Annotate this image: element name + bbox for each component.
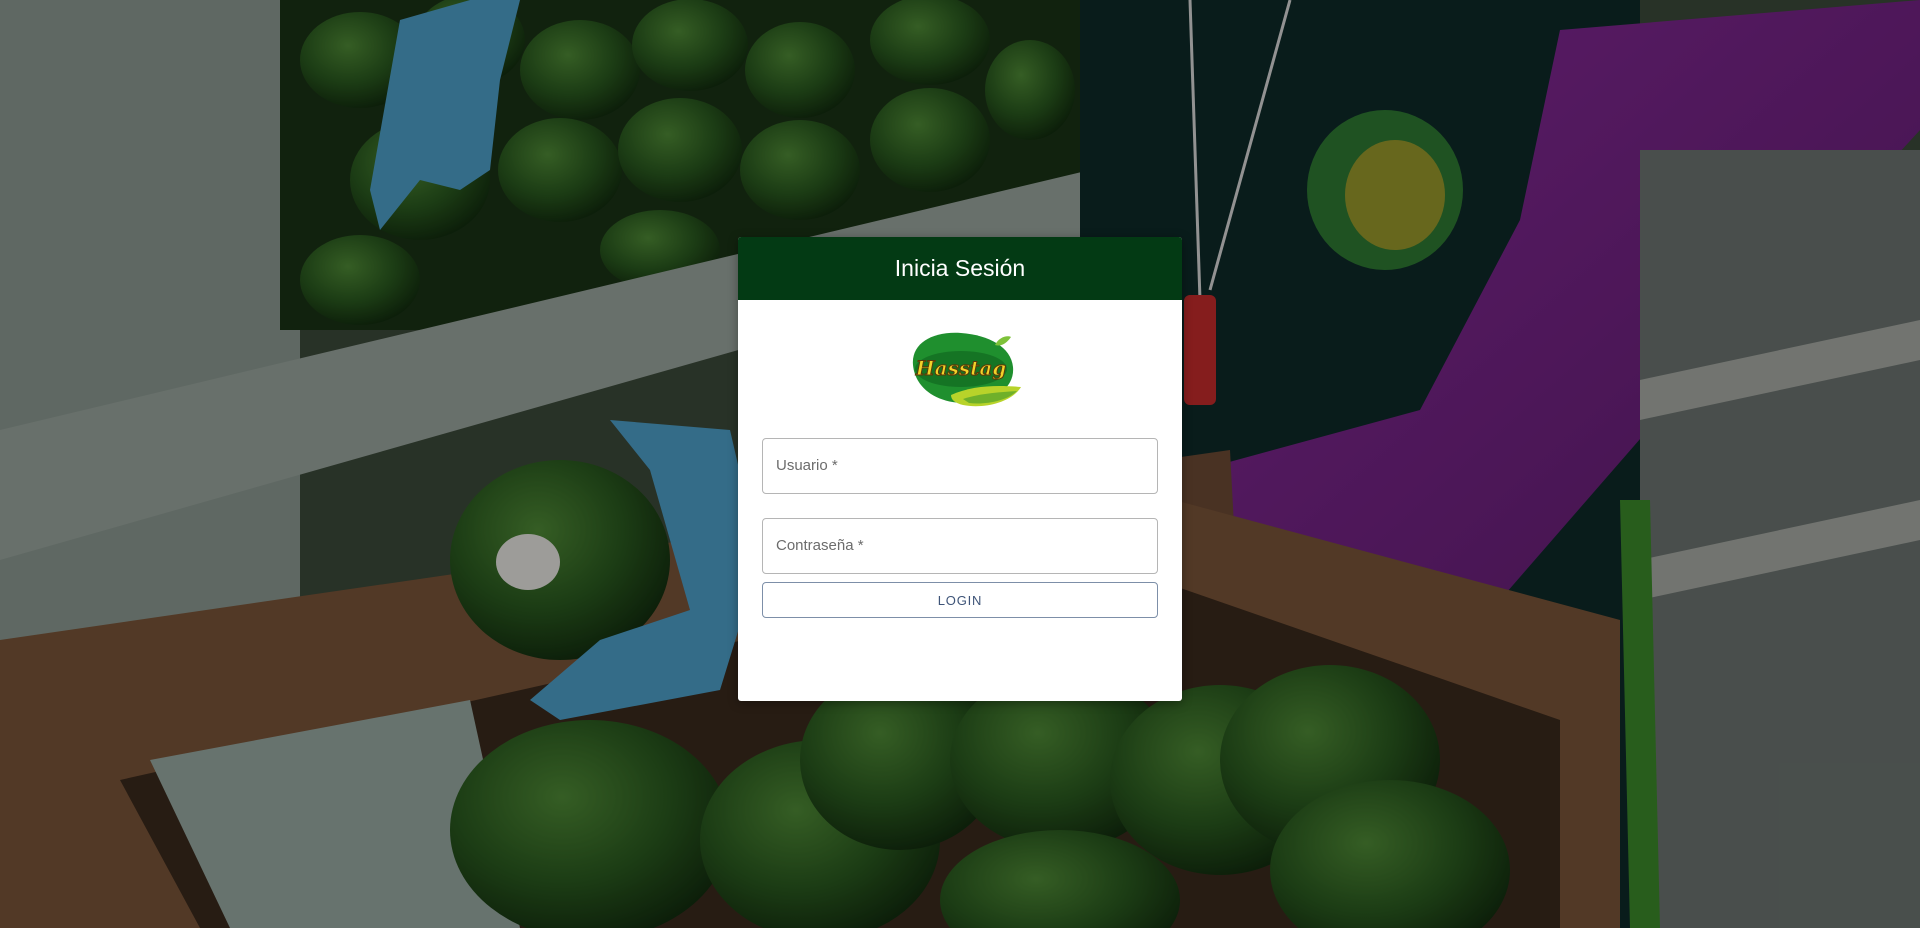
username-input[interactable]	[763, 439, 1157, 493]
login-header: Inicia Sesión	[738, 237, 1182, 300]
login-button[interactable]: LOGIN	[762, 582, 1158, 618]
password-field[interactable]: Contraseña *	[762, 518, 1158, 574]
login-title: Inicia Sesión	[894, 255, 1026, 281]
brand-logo: Hasstag	[903, 325, 1023, 409]
brand-logo-text: Hasstag	[915, 356, 1007, 380]
login-card: Inicia Sesión Hasstag Usuario * Contrase…	[738, 237, 1182, 701]
password-input[interactable]	[763, 519, 1157, 573]
username-field[interactable]: Usuario *	[762, 438, 1158, 494]
